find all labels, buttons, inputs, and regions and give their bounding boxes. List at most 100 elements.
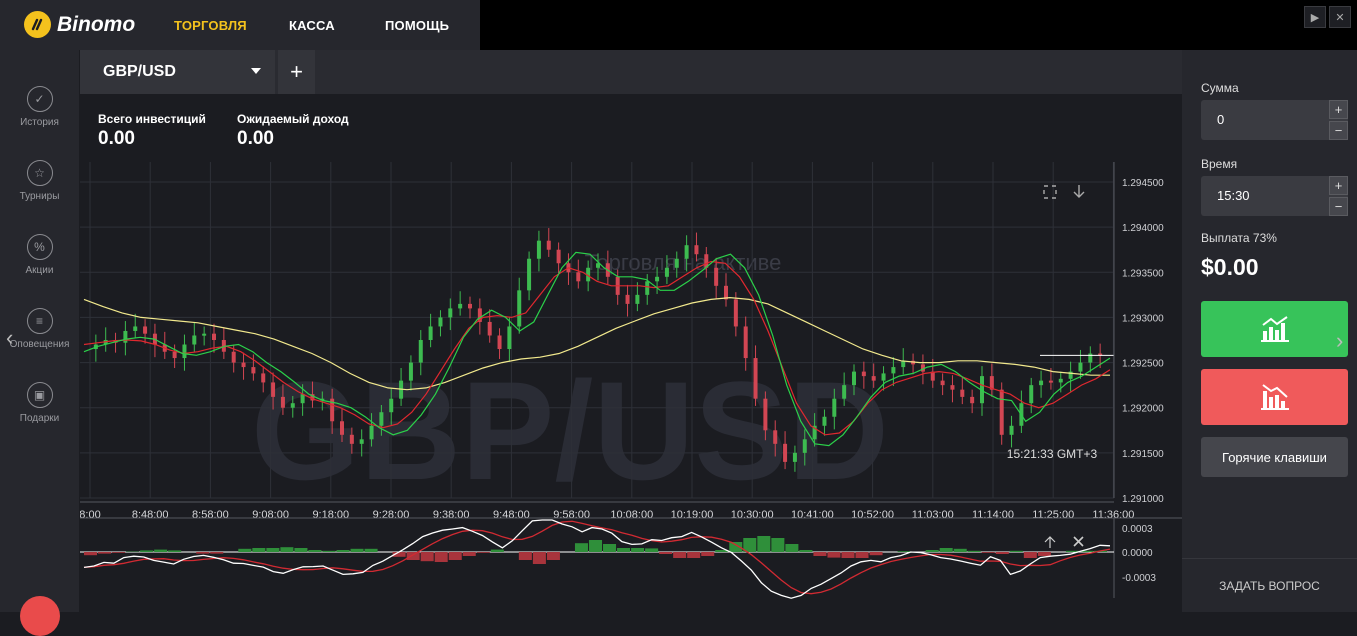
sidebar-item-gifts[interactable]: ▣ Подарки	[0, 382, 79, 424]
ask-question-button[interactable]: ЗАДАТЬ ВОПРОС	[1182, 558, 1357, 613]
asset-selector[interactable]: GBP/USD	[80, 50, 275, 94]
x-tick-label: 9:38:00	[433, 509, 470, 521]
macd-bar	[238, 549, 251, 552]
x-tick-label: 9:58:00	[553, 509, 590, 521]
macd-bar	[154, 550, 167, 552]
x-tick-label: 11:03:00	[912, 509, 954, 521]
macd-tick-label: 0.0000	[1122, 548, 1153, 559]
macd-bar	[575, 543, 588, 552]
top-bar: Binomo ТОРГОВЛЯ КАССА ПОМОЩЬ ▶ ✕	[0, 0, 1357, 50]
candle	[143, 319, 147, 343]
y-tick-label: 1.293000	[1122, 313, 1164, 324]
payout-value: $0.00	[1201, 254, 1259, 281]
amount-label: Сумма	[1201, 81, 1239, 95]
macd-bar	[322, 551, 335, 552]
time-stepper[interactable]: 15:30 + −	[1201, 176, 1348, 216]
y-tick-label: 1.294500	[1122, 178, 1164, 189]
y-tick-label: 1.294000	[1122, 223, 1164, 234]
macd-bar	[112, 552, 125, 553]
macd-bar	[926, 550, 939, 552]
x-tick-label: 9:48:00	[493, 509, 530, 521]
candle	[1039, 371, 1043, 398]
chevron-down-icon	[251, 68, 261, 74]
macd-expand-icon[interactable]	[1045, 537, 1055, 548]
macd-bar	[449, 552, 462, 560]
candle	[537, 231, 541, 272]
fullscreen-icon[interactable]	[1044, 186, 1056, 198]
nav-cashier[interactable]: КАССА	[289, 18, 335, 33]
sell-down-button[interactable]	[1201, 369, 1348, 425]
gift-icon: ▣	[27, 382, 53, 408]
candle	[488, 309, 492, 342]
macd-bar	[799, 550, 812, 552]
macd-bar	[870, 552, 883, 555]
logo[interactable]: Binomo	[24, 11, 135, 38]
amount-value[interactable]: 0	[1217, 112, 1224, 127]
percent-icon: %	[27, 234, 53, 260]
sidebar-item-label: Подарки	[0, 413, 79, 424]
candle	[950, 375, 954, 402]
nav-help[interactable]: ПОМОЩЬ	[385, 18, 449, 33]
macd-tick-label: 0.0003	[1122, 524, 1153, 535]
amount-plus-button[interactable]: +	[1329, 100, 1348, 119]
nav-trading[interactable]: ТОРГОВЛЯ	[174, 18, 247, 33]
candle	[242, 353, 246, 380]
amount-stepper[interactable]: 0 + −	[1201, 100, 1348, 140]
macd-bar	[491, 550, 504, 552]
sidebar-item-tournaments[interactable]: ☆ Турниры	[0, 160, 79, 202]
macd-bar	[1010, 551, 1023, 552]
macd-bar	[196, 552, 209, 554]
sidebar-item-label: Акции	[0, 265, 79, 276]
y-tick-label: 1.291000	[1122, 494, 1164, 505]
price-chart[interactable]: GBP/USD Торговля на активе 1.2945001.294…	[80, 94, 1182, 612]
macd-bar	[757, 536, 770, 552]
y-tick-label: 1.292000	[1122, 404, 1164, 415]
macd-bar	[982, 552, 995, 553]
macd-tick-label: -0.0003	[1122, 573, 1156, 584]
candle	[192, 323, 196, 352]
time-plus-button[interactable]: +	[1329, 176, 1348, 195]
sidebar-item-label: История	[0, 117, 79, 128]
macd-bar	[813, 552, 826, 556]
candle	[448, 298, 452, 330]
candle	[911, 354, 915, 375]
chart-up-icon	[1259, 315, 1291, 343]
macd-bar	[827, 552, 840, 558]
add-asset-button[interactable]: +	[278, 50, 315, 94]
macd-bar	[463, 552, 476, 556]
time-minus-button[interactable]: −	[1329, 197, 1348, 216]
current-time-label: 15:21:33 GMT+3	[1007, 447, 1098, 461]
close-video-icon[interactable]: ✕	[1329, 6, 1351, 28]
macd-bar	[785, 544, 798, 552]
candle	[576, 260, 580, 289]
chevron-right-icon[interactable]: ›	[1336, 328, 1343, 354]
macd-bar	[435, 552, 448, 562]
macd-bar	[1024, 552, 1037, 558]
macd-bar	[168, 550, 181, 552]
sidebar-item-promotions[interactable]: % Акции	[0, 234, 79, 276]
macd-bar	[996, 552, 1009, 554]
candle	[1019, 391, 1023, 433]
candle	[429, 314, 433, 347]
macd-bar	[547, 552, 560, 560]
hotkeys-button[interactable]: Горячие клавиши	[1201, 437, 1348, 477]
amount-minus-button[interactable]: −	[1329, 121, 1348, 140]
chart-area[interactable]: Всего инвестиций 0.00 Ожидаемый доход 0.…	[80, 94, 1182, 612]
macd-bar	[336, 550, 349, 552]
chart-watermark: GBP/USD	[251, 352, 889, 509]
x-tick-label: 9:28:00	[373, 509, 410, 521]
macd-bar	[351, 549, 364, 552]
chat-fab-button[interactable]	[20, 596, 60, 636]
chevron-left-icon[interactable]: ‹	[6, 325, 13, 351]
macd-close-icon[interactable]	[1074, 537, 1083, 546]
download-icon[interactable]	[1074, 185, 1084, 197]
candle	[626, 285, 630, 317]
time-value[interactable]: 15:30	[1217, 188, 1250, 203]
candle	[202, 326, 206, 345]
buy-up-button[interactable]	[1201, 301, 1348, 357]
macd-bar	[603, 544, 616, 552]
candle	[724, 273, 728, 306]
video-panel: ▶ ✕	[480, 0, 1357, 50]
sidebar-item-history[interactable]: ✓ История	[0, 86, 79, 128]
play-icon[interactable]: ▶	[1304, 6, 1326, 28]
